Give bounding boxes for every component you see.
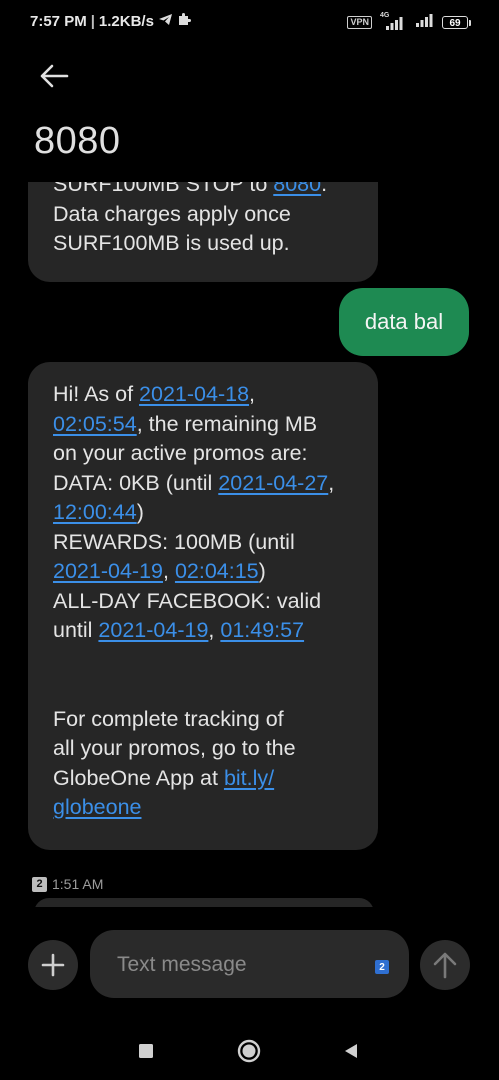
back-nav-button[interactable] xyxy=(336,1036,366,1066)
url-link[interactable]: globeone xyxy=(53,795,141,819)
message-line: GlobeOne App at bit.ly/ xyxy=(53,764,356,794)
message-line: For complete tracking of xyxy=(53,706,284,731)
send-button[interactable] xyxy=(420,940,470,990)
message-bubble-incoming[interactable]: Hi! As of 2021-04-18, 02:05:54, the rema… xyxy=(28,362,378,850)
time-link[interactable]: 02:04:15 xyxy=(175,559,259,583)
compose-bar: 2 xyxy=(0,925,499,1005)
recents-button[interactable] xyxy=(131,1036,161,1066)
message-text: ) xyxy=(136,500,144,524)
message-text: , the remaining MB xyxy=(136,411,318,436)
message-bubble-outgoing[interactable]: data bal xyxy=(339,288,469,356)
message-input-field[interactable]: 2 xyxy=(90,930,409,998)
message-text: data bal xyxy=(364,309,444,335)
signal-icon: 4G xyxy=(380,12,406,30)
message-line: REWARDS: 100MB (until xyxy=(53,529,295,554)
status-right: VPN 4G 69 xyxy=(347,12,471,32)
status-bar: 7:57 PM | 1.2KB/s VPN 4G 69 xyxy=(0,0,499,44)
message-line: on your active promos are: xyxy=(53,441,308,465)
arrow-up-icon xyxy=(433,952,457,979)
message-line: Hi! As of 2021-04-18, xyxy=(53,380,356,410)
puzzle-icon xyxy=(177,12,192,31)
status-time: 7:57 PM xyxy=(30,13,87,30)
message-text: SURF100MB STOP to xyxy=(53,182,274,196)
message-bubble-incoming[interactable]: SURF100MB STOP to 8080. Data charges app… xyxy=(28,182,378,282)
message-timestamp: 2 1:51 AM xyxy=(32,876,103,892)
date-link[interactable]: 2021-04-27 xyxy=(218,471,328,495)
signal-icon-sim2 xyxy=(414,13,434,32)
timestamp-time: 1:51 AM xyxy=(52,876,104,892)
message-input[interactable] xyxy=(115,948,369,982)
message-text: until xyxy=(53,618,99,642)
sim-selector[interactable]: 2 xyxy=(375,960,389,974)
vpn-badge: VPN xyxy=(347,16,372,29)
back-triangle-icon xyxy=(345,1044,357,1058)
battery-level: 69 xyxy=(442,16,468,29)
message-line: all your promos, go to the xyxy=(53,736,296,760)
time-link[interactable]: 02:05:54 xyxy=(53,412,137,436)
message-line: SURF100MB is used up. xyxy=(53,231,290,255)
arrow-left-icon xyxy=(40,64,69,88)
message-text: , xyxy=(328,470,335,495)
home-circle-icon xyxy=(237,1039,261,1063)
message-text: , xyxy=(162,559,175,583)
message-text: GlobeOne App at xyxy=(53,765,224,790)
back-button[interactable] xyxy=(36,58,72,94)
recents-square-icon xyxy=(139,1044,153,1058)
network-speed: 1.2KB/s xyxy=(98,13,154,30)
plus-icon xyxy=(41,953,65,977)
message-line: Data charges apply once xyxy=(53,201,291,226)
message-line: 02:05:54, the remaining MB xyxy=(53,410,356,440)
message-text: Hi! As of xyxy=(53,382,140,406)
status-left: 7:57 PM | 1.2KB/s xyxy=(30,12,192,31)
message-line: SURF100MB STOP to 8080. xyxy=(53,182,356,200)
message-text: , xyxy=(208,618,221,642)
message-bubble-incoming-partial[interactable] xyxy=(34,898,374,907)
message-line: globeone xyxy=(53,793,356,823)
message-text: DATA: 0KB (until xyxy=(53,470,219,495)
message-text: , xyxy=(249,382,256,406)
telegram-icon xyxy=(158,13,173,30)
message-line: until 2021-04-19, 01:49:57 xyxy=(53,616,356,646)
time-link[interactable]: 01:49:57 xyxy=(220,618,304,642)
message-text: ) xyxy=(258,559,266,583)
date-link[interactable]: 2021-04-18 xyxy=(139,382,249,406)
battery-tip xyxy=(469,19,471,26)
home-button[interactable] xyxy=(234,1036,264,1066)
message-line: DATA: 0KB (until 2021-04-27, xyxy=(53,469,356,499)
conversation-title: 8080 xyxy=(34,120,121,162)
sim-badge: 2 xyxy=(32,876,47,892)
message-list[interactable]: SURF100MB STOP to 8080. Data charges app… xyxy=(0,182,499,907)
time-link[interactable]: 12:00:44 xyxy=(53,500,137,524)
phone-link[interactable]: 8080 xyxy=(273,182,321,196)
url-link[interactable]: bit.ly/ xyxy=(224,766,274,790)
battery-icon: 69 xyxy=(442,16,471,29)
date-link[interactable]: 2021-04-19 xyxy=(53,559,163,583)
message-line: ALL-DAY FACEBOOK: valid xyxy=(53,588,322,613)
add-attachment-button[interactable] xyxy=(28,940,78,990)
message-line: 2021-04-19, 02:04:15) xyxy=(53,557,356,587)
system-navigation-bar xyxy=(0,1020,499,1080)
message-line: 12:00:44) xyxy=(53,498,356,528)
date-link[interactable]: 2021-04-19 xyxy=(98,618,208,642)
status-separator: | xyxy=(90,13,95,30)
message-text: . xyxy=(321,182,328,196)
